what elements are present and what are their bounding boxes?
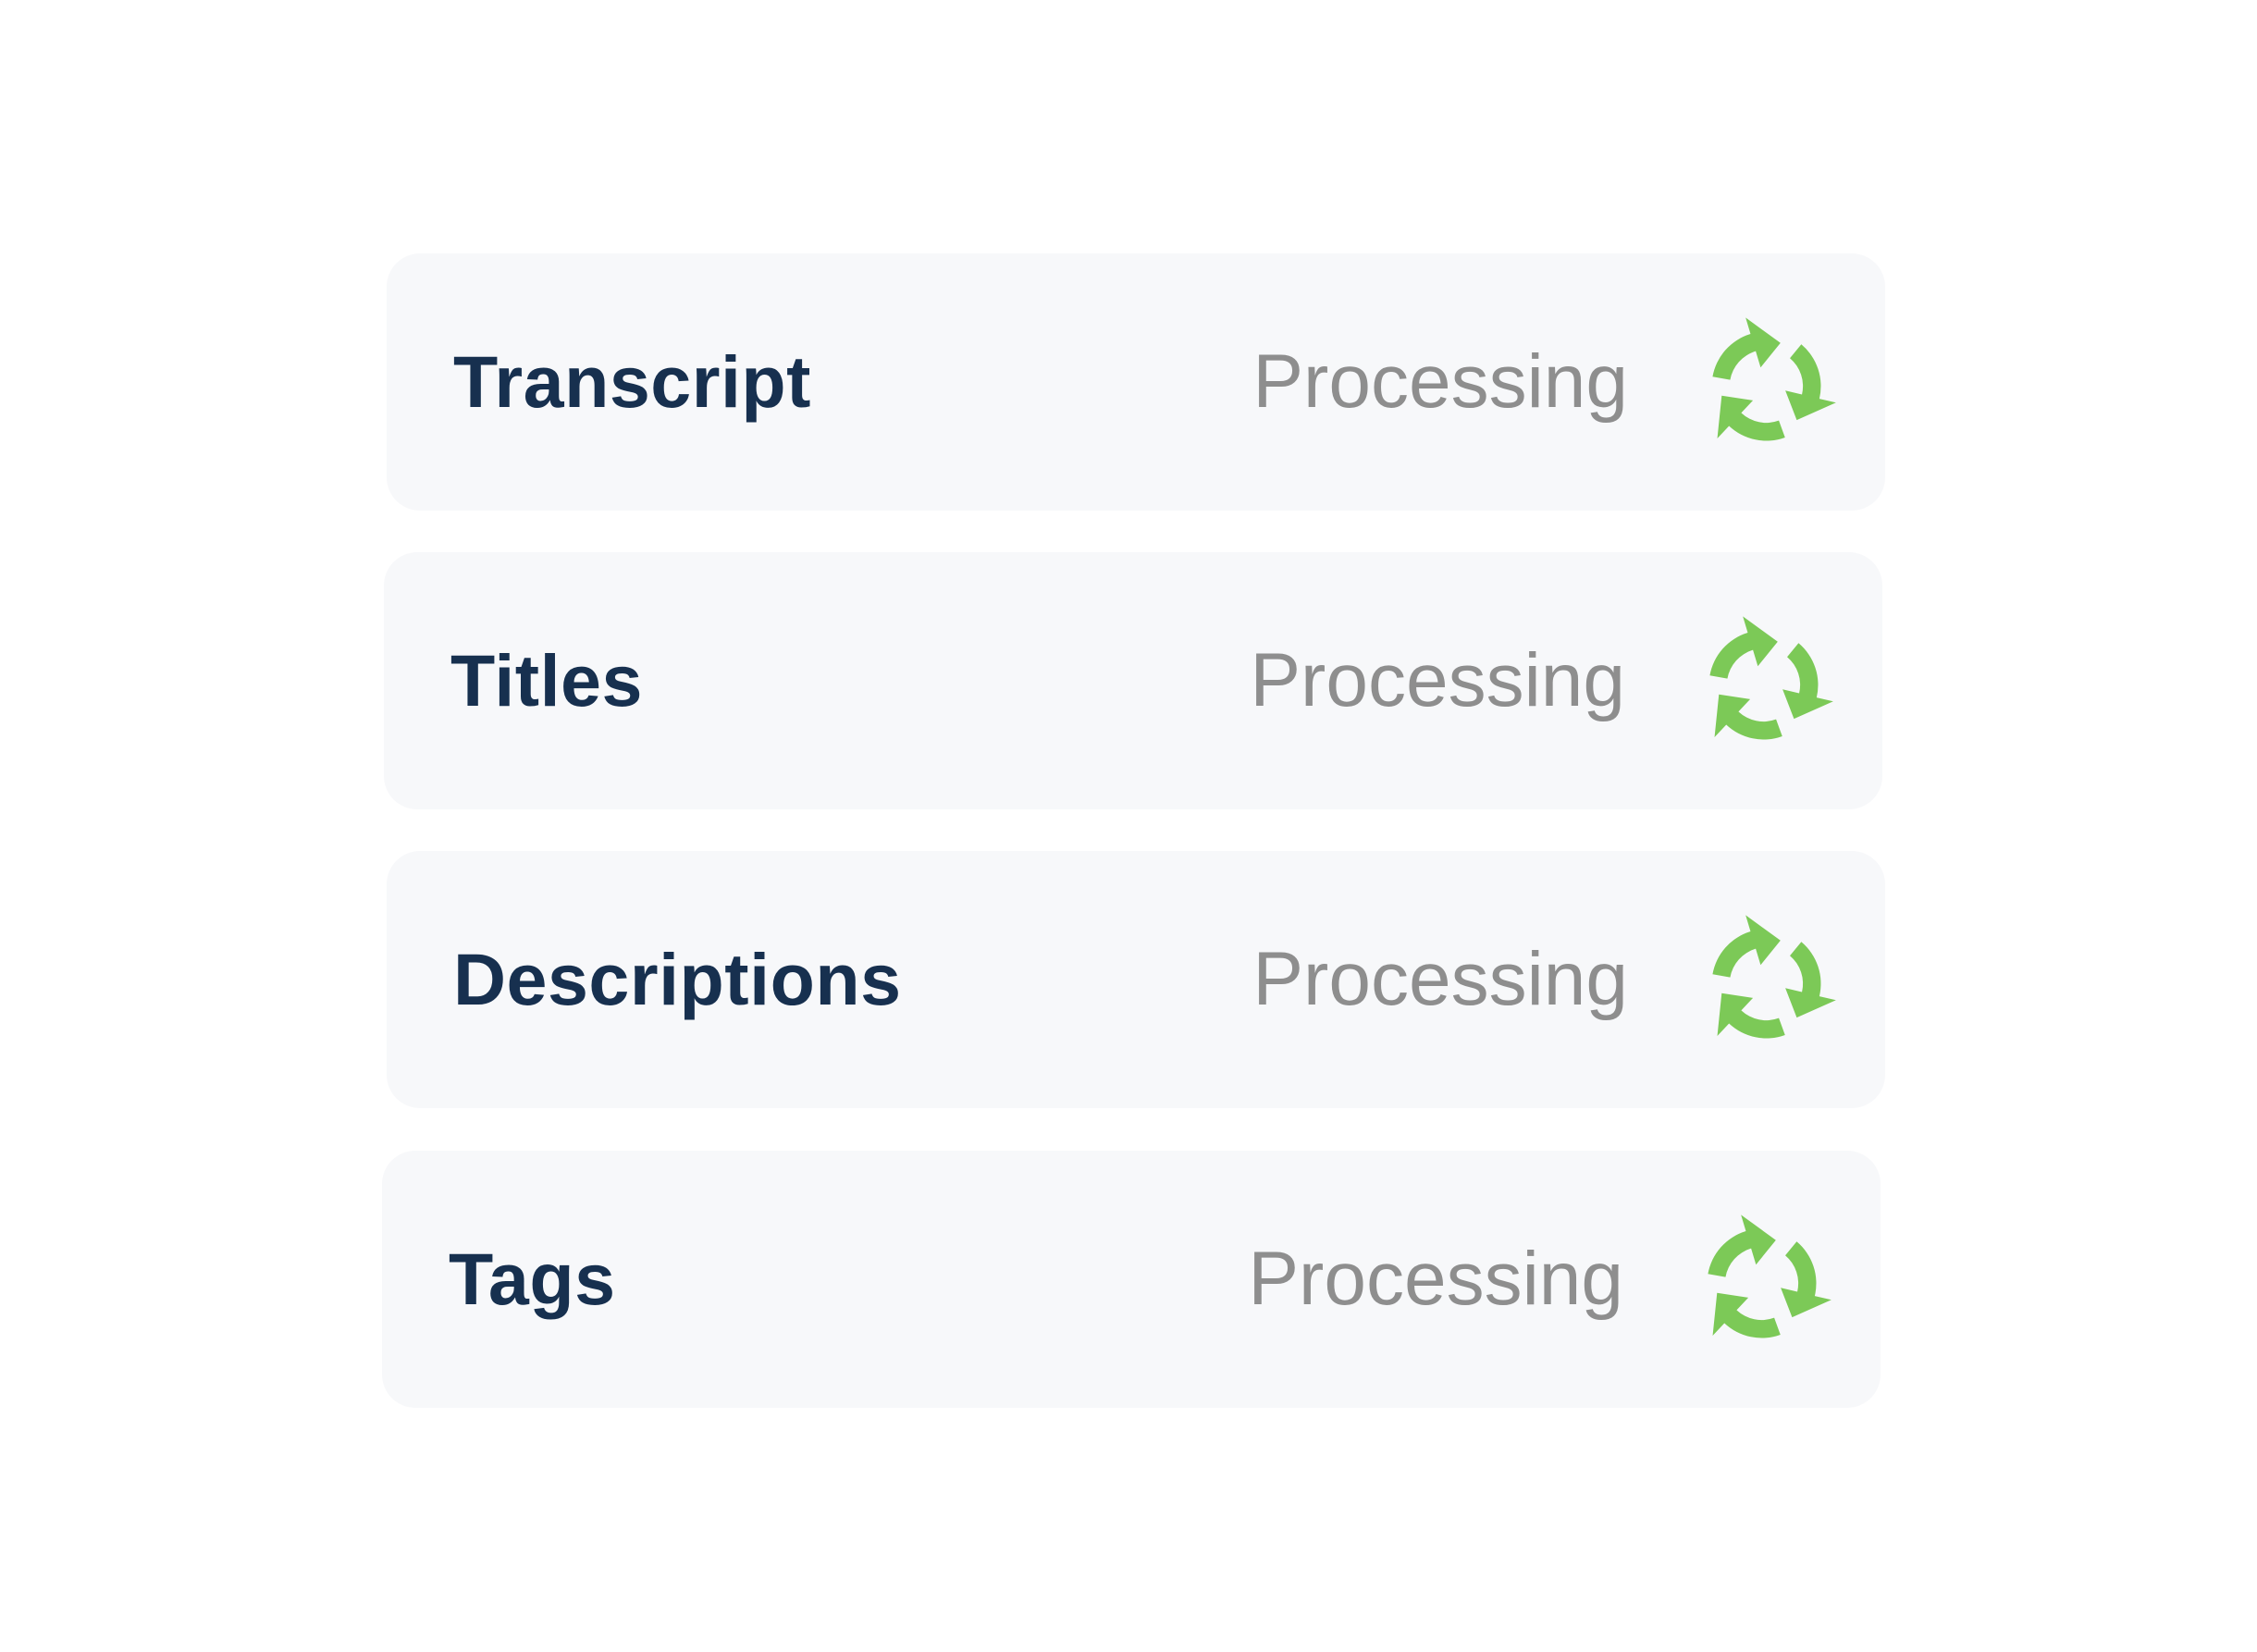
refresh-icon bbox=[1682, 302, 1844, 464]
task-status: Processing bbox=[1252, 937, 1628, 1021]
refresh-arrow-segment bbox=[1712, 915, 1781, 978]
task-name: Titles bbox=[450, 639, 643, 721]
refresh-arrow-segment bbox=[1709, 616, 1778, 679]
task-status: Processing bbox=[1248, 1237, 1623, 1321]
task-row-transcript: Transcript Processing bbox=[387, 253, 1885, 511]
task-row-tags: Tags Processing bbox=[382, 1151, 1881, 1408]
refresh-icon-graphic bbox=[1709, 616, 1833, 740]
refresh-icon bbox=[1677, 1199, 1840, 1362]
task-status: Processing bbox=[1252, 339, 1628, 424]
task-name: Descriptions bbox=[453, 938, 902, 1020]
task-name: Tags bbox=[449, 1238, 616, 1320]
task-row-descriptions: Descriptions Processing bbox=[387, 851, 1885, 1108]
refresh-icon-graphic bbox=[1712, 915, 1836, 1039]
refresh-arrow-segment bbox=[1712, 1292, 1781, 1338]
refresh-arrow-segment bbox=[1781, 1241, 1832, 1318]
refresh-arrow-segment bbox=[1712, 317, 1781, 380]
task-status: Processing bbox=[1250, 638, 1625, 722]
task-name: Transcript bbox=[453, 340, 811, 423]
refresh-arrow-segment bbox=[1717, 395, 1785, 441]
refresh-icon-graphic bbox=[1708, 1214, 1832, 1338]
refresh-icon bbox=[1679, 600, 1842, 763]
refresh-arrow-segment bbox=[1785, 942, 1836, 1018]
refresh-arrow-segment bbox=[1717, 992, 1785, 1039]
refresh-arrow-segment bbox=[1782, 643, 1833, 720]
refresh-arrow-segment bbox=[1714, 694, 1782, 740]
task-row-titles: Titles Processing bbox=[384, 552, 1882, 809]
refresh-arrow-segment bbox=[1785, 344, 1836, 421]
task-list: Transcript Processing Titles Processing … bbox=[0, 0, 2257, 1652]
refresh-arrow-segment bbox=[1708, 1214, 1776, 1277]
refresh-icon bbox=[1682, 899, 1844, 1062]
refresh-icon-graphic bbox=[1712, 317, 1836, 441]
